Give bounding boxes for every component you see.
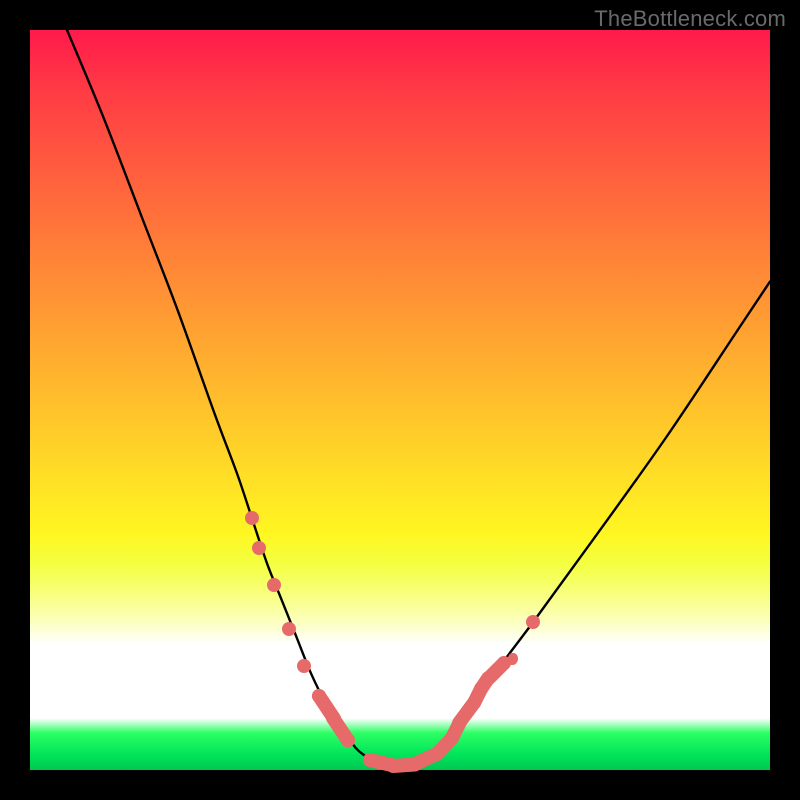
bottleneck-curve [67, 30, 770, 766]
marker-dot [312, 689, 326, 703]
plot-area [30, 30, 770, 770]
curve-svg [30, 30, 770, 770]
watermark-text: TheBottleneck.com [594, 6, 786, 32]
marker-blob [508, 653, 518, 665]
